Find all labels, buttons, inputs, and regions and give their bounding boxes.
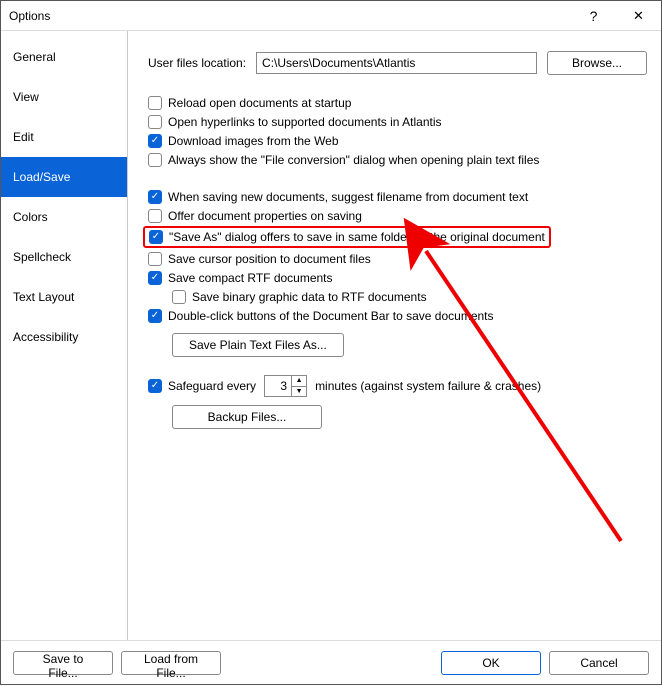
checkbox-save-as-same-folder[interactable] [149, 230, 163, 244]
label-save-compact-rtf: Save compact RTF documents [168, 271, 333, 285]
files-location-label: User files location: [148, 56, 246, 70]
label-save-cursor: Save cursor position to document files [168, 252, 371, 266]
tab-edit[interactable]: Edit [1, 117, 127, 157]
cancel-button[interactable]: Cancel [549, 651, 649, 675]
ok-button[interactable]: OK [441, 651, 541, 675]
label-download-images: Download images from the Web [168, 134, 339, 148]
checkbox-double-click-docbar[interactable] [148, 309, 162, 323]
backup-files-button[interactable]: Backup Files... [172, 405, 322, 429]
titlebar: Options ? ✕ [1, 1, 661, 31]
label-offer-props: Offer document properties on saving [168, 209, 362, 223]
checkbox-reload[interactable] [148, 96, 162, 110]
label-open-hyperlinks: Open hyperlinks to supported documents i… [168, 115, 442, 129]
spinner-up-icon[interactable]: ▲ [292, 376, 306, 387]
load-from-file-button[interactable]: Load from File... [121, 651, 221, 675]
checkbox-suggest-filename[interactable] [148, 190, 162, 204]
checkbox-offer-props[interactable] [148, 209, 162, 223]
label-save-as-same-folder: "Save As" dialog offers to save in same … [169, 230, 545, 244]
window-title: Options [9, 9, 571, 23]
tab-load-save[interactable]: Load/Save [1, 157, 127, 197]
files-location-input[interactable] [256, 52, 537, 74]
checkbox-save-binary-graphic[interactable] [172, 290, 186, 304]
label-save-binary-graphic: Save binary graphic data to RTF document… [192, 290, 427, 304]
tab-colors[interactable]: Colors [1, 197, 127, 237]
label-safeguard-prefix: Safeguard every [168, 379, 256, 393]
tab-spellcheck[interactable]: Spellcheck [1, 237, 127, 277]
checkbox-open-hyperlinks[interactable] [148, 115, 162, 129]
spinner-down-icon[interactable]: ▼ [292, 387, 306, 397]
dialog-footer: Save to File... Load from File... OK Can… [1, 640, 661, 684]
checkbox-save-compact-rtf[interactable] [148, 271, 162, 285]
browse-button[interactable]: Browse... [547, 51, 647, 75]
highlighted-option: "Save As" dialog offers to save in same … [143, 226, 551, 248]
safeguard-minutes-input[interactable] [264, 375, 292, 397]
label-reload: Reload open documents at startup [168, 96, 351, 110]
label-suggest-filename: When saving new documents, suggest filen… [168, 190, 528, 204]
checkbox-download-images[interactable] [148, 134, 162, 148]
help-button[interactable]: ? [571, 1, 616, 31]
settings-panel: User files location: Browse... Reload op… [128, 31, 661, 640]
checkbox-file-conversion[interactable] [148, 153, 162, 167]
checkbox-safeguard[interactable] [148, 379, 162, 393]
tab-accessibility[interactable]: Accessibility [1, 317, 127, 357]
save-to-file-button[interactable]: Save to File... [13, 651, 113, 675]
close-button[interactable]: ✕ [616, 1, 661, 31]
label-safeguard-suffix: minutes (against system failure & crashe… [315, 379, 541, 393]
label-double-click-docbar: Double-click buttons of the Document Bar… [168, 309, 494, 323]
tab-text-layout[interactable]: Text Layout [1, 277, 127, 317]
category-sidebar: General View Edit Load/Save Colors Spell… [1, 31, 128, 640]
save-plain-text-button[interactable]: Save Plain Text Files As... [172, 333, 344, 357]
checkbox-save-cursor[interactable] [148, 252, 162, 266]
safeguard-minutes-spinner[interactable]: ▲ ▼ [264, 375, 307, 397]
label-file-conversion: Always show the "File conversion" dialog… [168, 153, 539, 167]
tab-general[interactable]: General [1, 37, 127, 77]
options-dialog: Options ? ✕ General View Edit Load/Save … [0, 0, 662, 685]
tab-view[interactable]: View [1, 77, 127, 117]
